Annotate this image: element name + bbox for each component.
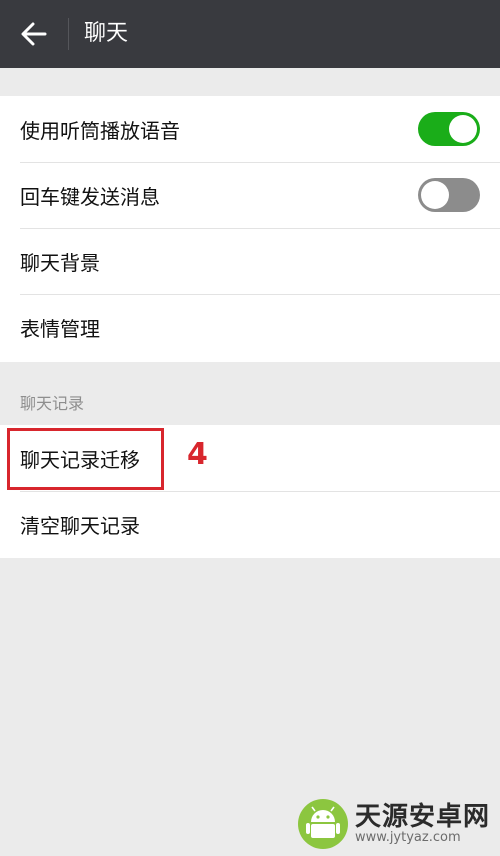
watermark: 天源安卓网 www.jytyaz.com xyxy=(297,798,490,850)
annotation-step-number: 4 xyxy=(187,437,208,472)
setting-enter-to-send[interactable]: 回车键发送消息 xyxy=(0,162,500,228)
setting-label: 清空聊天记录 xyxy=(20,513,140,538)
arrow-left-icon xyxy=(21,22,47,46)
setting-label: 使用听筒播放语音 xyxy=(20,118,180,143)
section-header-chat-history: 聊天记录 xyxy=(20,394,85,413)
setting-label: 表情管理 xyxy=(20,316,100,341)
setting-chat-background[interactable]: 聊天背景 xyxy=(0,228,500,294)
settings-group-chat-history: 聊天记录迁移 清空聊天记录 xyxy=(0,425,500,558)
page-title: 聊天 xyxy=(84,21,129,46)
setting-chat-history-migration[interactable]: 聊天记录迁移 xyxy=(0,425,500,491)
watermark-name: 天源安卓网 xyxy=(354,801,490,832)
setting-clear-chat-history[interactable]: 清空聊天记录 xyxy=(0,491,500,557)
back-button[interactable] xyxy=(10,14,58,54)
earpiece-toggle[interactable] xyxy=(418,112,480,146)
setting-label: 回车键发送消息 xyxy=(20,184,160,209)
android-logo-icon xyxy=(297,799,348,849)
settings-group-general: 使用听筒播放语音 回车键发送消息 聊天背景 表情管理 xyxy=(0,96,500,362)
watermark-text: 天源安卓网 www.jytyaz.com xyxy=(354,801,490,846)
watermark-url: www.jytyaz.com xyxy=(354,830,461,846)
setting-sticker-management[interactable]: 表情管理 xyxy=(0,294,500,360)
app-bar: 聊天 xyxy=(0,0,500,68)
setting-label: 聊天背景 xyxy=(20,250,100,275)
setting-label: 聊天记录迁移 xyxy=(20,447,140,472)
toggle-knob xyxy=(449,115,477,143)
toggle-knob xyxy=(421,181,449,209)
setting-earpiece-playback[interactable]: 使用听筒播放语音 xyxy=(0,96,500,162)
enter-send-toggle[interactable] xyxy=(418,178,480,212)
app-bar-divider xyxy=(68,18,69,50)
